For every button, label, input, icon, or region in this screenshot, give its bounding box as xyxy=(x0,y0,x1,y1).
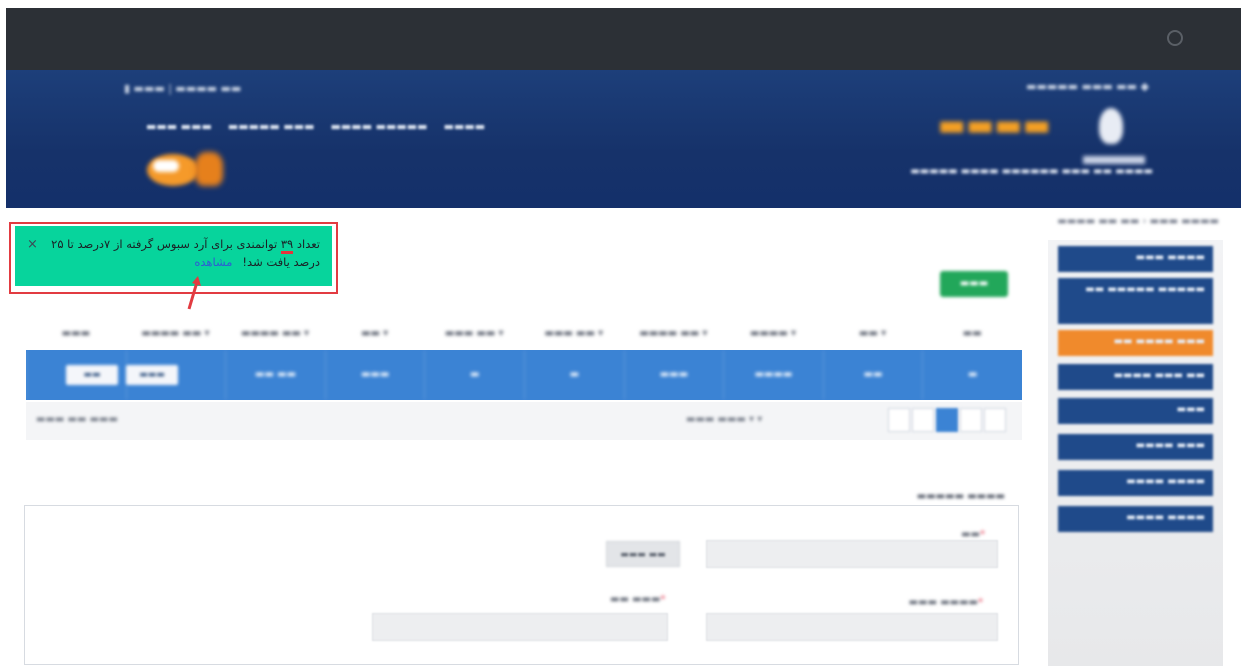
row-action-button[interactable]: ▬▬▬ xyxy=(126,365,178,385)
table-column-header[interactable]: ▬▬▬▬ ▬▬ ▾ xyxy=(225,322,325,346)
table-row[interactable]: ▬ ▬▬ ▬▬▬▬ ▬▬▬ ▬ ▬ ▬▬▬ ▬▬ ▬▬ ▬▬ ▬▬▬ xyxy=(26,350,1022,400)
sidebar-item[interactable]: ▬▬▬▬ ▬▬▬▬ xyxy=(1058,506,1213,532)
form-select[interactable] xyxy=(372,613,668,641)
brand-logo: ▬▬▬▬ xyxy=(937,108,1051,143)
table-cell: ▬▬ xyxy=(822,350,923,400)
sidebar-item[interactable]: ▬▬▬ xyxy=(1058,398,1213,424)
table-column-header[interactable]: ▬▬▬▬ ▬▬ ▾ xyxy=(624,322,724,346)
table-column-header: ▬▬▬ xyxy=(61,328,91,339)
add-button[interactable]: ▬▬▬ xyxy=(940,271,1008,297)
table-column-header[interactable]: ▬▬▬ ▬▬ ▾ xyxy=(424,322,524,346)
table-header: ▬▬ ▬▬ ▾ ▬▬▬▬ ▾ ▬▬▬▬ ▬▬ ▾ ▬▬▬ ▬▬ ▾ ▬▬▬ ▬▬… xyxy=(26,322,1022,346)
form-label: ▬▬* xyxy=(961,529,985,540)
pager-button[interactable] xyxy=(888,408,910,432)
sidebar-menu: ▬▬▬ ▬▬▬▬ ▬▬ ▬▬▬▬▬ ▬▬▬▬▬ ▬▬ ▬▬▬▬ ▬▬▬ ▬▬▬▬… xyxy=(1048,240,1223,666)
table-cell: ▬▬ ▬▬ xyxy=(225,350,325,400)
top-bar xyxy=(6,8,1241,70)
pager-info: ▬▬▬ ▬▬ ▬▬▬ xyxy=(36,414,118,425)
table-column-header[interactable]: ▬▬ ▾ xyxy=(325,322,425,346)
pager-current-page[interactable] xyxy=(936,408,958,432)
breadcrumb: ▬▬▬▬ ▬▬ ▬▬ › ▬▬▬ ▬▬▬▬ xyxy=(1057,216,1219,227)
form-section-title: ▬▬▬▬▬ ▬▬▬▬ xyxy=(916,491,1005,502)
form-input[interactable] xyxy=(706,540,998,568)
form-label: ▬▬▬ ▬▬▬▬* xyxy=(908,597,983,608)
table-cell: ▬ xyxy=(922,350,1022,400)
table-column-header[interactable]: ▬▬▬▬ ▾ xyxy=(723,322,823,346)
table-column-header[interactable]: ▬▬ ▾ xyxy=(823,322,923,346)
mascot-logo xyxy=(141,148,241,194)
table-column-header[interactable]: ▬▬ xyxy=(922,322,1022,346)
arrow-annotation-icon xyxy=(187,276,201,310)
site-banner: ▮ ▬▬▬ | ▬▬▬▬ ▬▬ ▬▬▬▬▬ ▬▬▬ ▬▬ ◆ ▬▬▬ ▬▬▬ ▬… xyxy=(6,70,1241,208)
sidebar-item[interactable]: ▬▬▬▬ ▬▬▬ ▬▬ xyxy=(1058,364,1213,390)
table-cell: ▬▬▬▬ xyxy=(723,350,823,400)
sidebar-item[interactable]: ▬▬▬▬ ▬▬▬▬ xyxy=(1058,470,1213,496)
table-cell: ▬ xyxy=(424,350,524,400)
nav-item[interactable]: ▬▬▬▬ xyxy=(444,120,486,133)
pager-button[interactable] xyxy=(984,408,1006,432)
table-pager: ▬▬▬ ▬▬ ▬▬▬ ▬▬▬ ▬▬▬ ▾ ▾ xyxy=(26,402,1022,440)
page-size-select[interactable]: ▬▬▬ ▬▬▬ ▾ ▾ xyxy=(686,414,762,425)
sidebar-item[interactable]: ▬▬▬ ▬▬▬▬ xyxy=(1058,246,1213,272)
table-cell: ▬ xyxy=(524,350,624,400)
sidebar-item[interactable]: ▬▬ ▬▬▬▬▬ ▬▬▬▬▬ xyxy=(1058,278,1213,324)
row-action-button[interactable]: ▬▬ xyxy=(66,365,118,385)
table-column-header[interactable]: ▬▬▬▬ ▬▬ ▾ xyxy=(126,322,226,346)
pager-button[interactable] xyxy=(960,408,982,432)
power-icon[interactable] xyxy=(1167,30,1183,46)
table-column-header[interactable]: ▬▬▬ ▬▬ ▾ xyxy=(524,322,624,346)
form-container xyxy=(24,505,1019,665)
form-select-button[interactable]: ▬▬▬ ▬▬ xyxy=(606,541,680,567)
sidebar-item-active[interactable]: ▬▬ ▬▬▬▬ ▬▬▬ xyxy=(1058,330,1213,356)
annotation-highlight-box xyxy=(9,222,338,294)
login-link[interactable]: ▮ ▬▬▬ | ▬▬▬▬ ▬▬ xyxy=(124,82,241,95)
table-cell: ▬▬▬ xyxy=(324,350,425,400)
brand-subtitle: ▬▬▬▬▬ ▬▬▬▬ ▬▬▬▬▬▬ ▬▬▬ ▬▬ ▬▬▬▬ xyxy=(910,166,1153,177)
form-input[interactable] xyxy=(706,613,998,641)
phone-info: ▬▬▬▬▬ ▬▬▬ ▬▬ ◆ xyxy=(1026,80,1149,93)
sidebar-item[interactable]: ▬▬▬▬ ▬▬▬ xyxy=(1058,434,1213,460)
top-nav: ▬▬▬ ▬▬▬ ▬▬▬ ▬▬▬▬▬ ▬▬▬▬▬ ▬▬▬▬ ▬▬▬▬ xyxy=(146,120,485,133)
nav-item[interactable]: ▬▬▬ ▬▬▬ xyxy=(146,120,212,133)
row-actions: ▬▬ ▬▬▬ xyxy=(66,365,178,385)
table-cell: ▬▬▬ xyxy=(623,350,724,400)
form-label: ▬▬ ▬▬▬* xyxy=(610,594,666,605)
emblem-logo xyxy=(1083,108,1145,164)
nav-item[interactable]: ▬▬▬ ▬▬▬▬▬ xyxy=(228,120,315,133)
pager-button[interactable] xyxy=(912,408,934,432)
nav-item[interactable]: ▬▬▬▬▬ ▬▬▬▬ xyxy=(331,120,428,133)
